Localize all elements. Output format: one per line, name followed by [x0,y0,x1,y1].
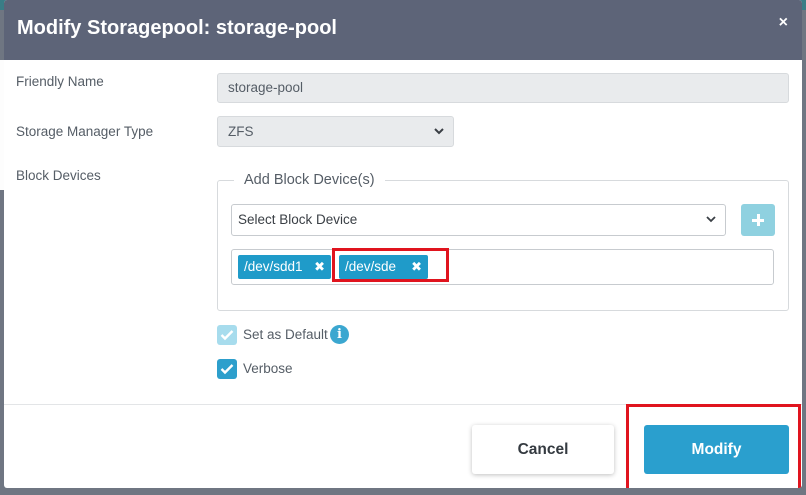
storage-manager-type-select[interactable]: ZFS [217,116,454,147]
tag-label: /dev/sdd1 [244,259,303,274]
dialog-title: Modify Storagepool: storage-pool [17,17,337,39]
checkmark-icon [220,364,234,375]
friendly-name-field[interactable]: storage-pool [217,73,789,103]
storage-manager-type-label: Storage Manager Type [16,124,154,139]
info-icon[interactable]: i [330,325,349,344]
set-as-default-checkbox[interactable] [217,325,237,345]
chevron-down-icon [706,216,716,223]
verbose-label: Verbose [243,361,293,376]
add-block-device-button[interactable] [741,204,775,236]
highlight-box [332,248,449,282]
block-device-tag: /dev/sdd1 ✖ [238,255,331,279]
friendly-name-label: Friendly Name [16,74,104,89]
checkmark-icon [220,330,234,341]
dialog-header: Modify Storagepool: storage-pool × [4,0,802,60]
cancel-button[interactable]: Cancel [472,425,614,474]
verbose-checkbox[interactable] [217,359,237,379]
close-icon[interactable]: × [779,14,788,32]
set-as-default-label: Set as Default [243,327,328,342]
remove-tag-icon[interactable]: ✖ [314,259,325,275]
add-block-devices-legend: Add Block Device(s) [234,172,385,188]
chevron-down-icon [434,128,444,135]
block-devices-label: Block Devices [16,168,101,183]
storage-manager-type-value: ZFS [228,124,254,139]
block-device-select[interactable]: Select Block Device [231,204,726,236]
selected-block-devices[interactable]: /dev/sdd1 ✖ /dev/sde ✖ [231,248,774,285]
modify-storagepool-dialog: Modify Storagepool: storage-pool × Frien… [4,0,802,488]
highlight-box [626,404,801,488]
block-device-placeholder: Select Block Device [238,212,358,227]
add-block-devices-group: Add Block Device(s) Select Block Device … [217,172,789,311]
